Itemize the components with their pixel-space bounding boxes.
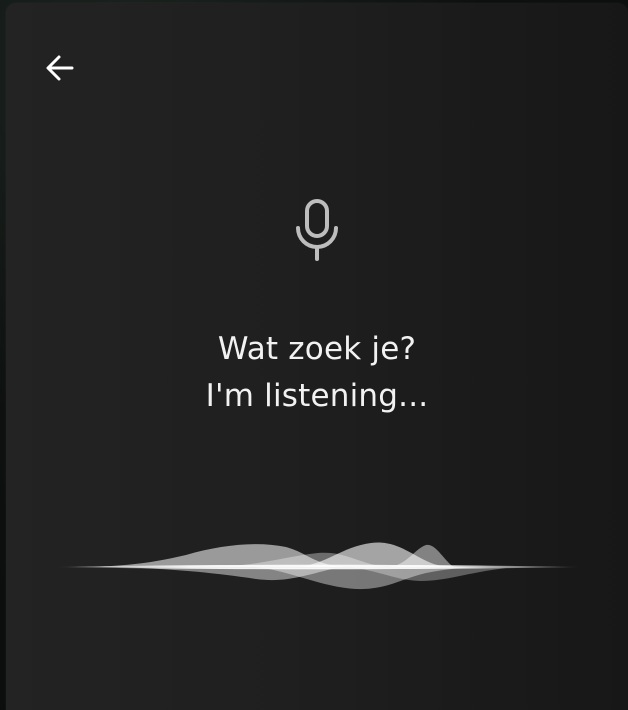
back-button[interactable]: [40, 48, 80, 88]
arrow-left-icon: [46, 55, 74, 81]
listening-status: I'm listening...: [205, 378, 429, 414]
prompt-title: Wat zoek je?: [217, 331, 417, 367]
voice-waveform: [58, 542, 579, 590]
microphone-icon: [296, 199, 338, 261]
voice-search-panel: Wat zoek je? I'm listening...: [6, 3, 628, 710]
